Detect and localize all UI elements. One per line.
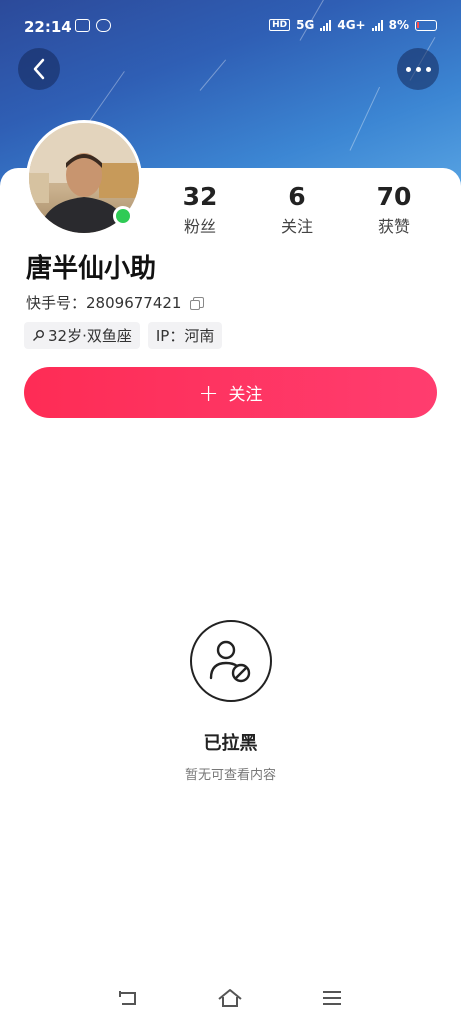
system-nav-bar (0, 975, 461, 1024)
following-label: 关注 (280, 217, 313, 236)
network-4g-label: 4G+ (337, 18, 366, 32)
kuaishou-id-row[interactable]: 快手号： 2809677421 (26, 292, 205, 313)
signal-icon (320, 19, 332, 31)
more-icon (405, 66, 431, 72)
back-icon (33, 58, 45, 80)
status-time: 22:14 (24, 18, 72, 36)
profile-tags: 32岁·双鱼座 IP：河南 (24, 322, 223, 349)
nav-back-icon (119, 991, 136, 1005)
online-status-indicator (113, 206, 133, 226)
age-tag-label: 32岁·双鱼座 (48, 327, 132, 345)
stat-fans[interactable]: 32 粉丝 (160, 183, 240, 237)
likes-label: 获赞 (377, 217, 410, 236)
battery-percent: 8% (388, 18, 409, 32)
copy-icon[interactable] (190, 297, 205, 310)
battery-icon (415, 19, 437, 31)
profile-name: 唐半仙小助 (26, 254, 157, 284)
gender-icon (33, 330, 44, 341)
status-bar: 22:14 HD 5G 4G+ 8% (0, 0, 461, 52)
back-button[interactable] (18, 48, 60, 90)
likes-count: 70 (376, 182, 412, 211)
blocked-subtitle: 暂无可查看内容 (184, 768, 276, 783)
nav-back-button[interactable] (115, 985, 141, 1011)
ip-tag: IP：河南 (147, 322, 223, 349)
fans-label: 粉丝 (183, 217, 216, 236)
nav-home-button[interactable] (217, 985, 243, 1011)
hd-icon: HD (269, 19, 291, 31)
age-tag: 32岁·双鱼座 (24, 322, 140, 349)
blocked-user-icon (190, 620, 272, 702)
blocked-title: 已拉黑 (203, 733, 258, 754)
signal-icon-2 (371, 19, 383, 31)
plus-icon: + (198, 378, 219, 407)
following-count: 6 (288, 182, 306, 211)
fans-count: 32 (182, 182, 218, 211)
network-5g-label: 5G (296, 18, 315, 32)
nav-home-icon (218, 989, 242, 1007)
nav-menu-button[interactable] (319, 985, 345, 1011)
ip-tag-label: IP：河南 (155, 327, 215, 345)
notification-icon (75, 19, 90, 32)
kuaishou-id-value: 2809677421 (86, 293, 182, 312)
stat-following[interactable]: 6 关注 (257, 183, 337, 237)
nav-menu-icon (323, 991, 341, 1005)
follow-button-label: 关注 (228, 385, 263, 405)
weather-icon (96, 19, 111, 32)
more-button[interactable] (397, 48, 439, 90)
follow-button[interactable]: + 关注 (24, 367, 437, 418)
kuaishou-id-label: 快手号： (26, 294, 87, 312)
stat-likes[interactable]: 70 获赞 (354, 183, 434, 237)
